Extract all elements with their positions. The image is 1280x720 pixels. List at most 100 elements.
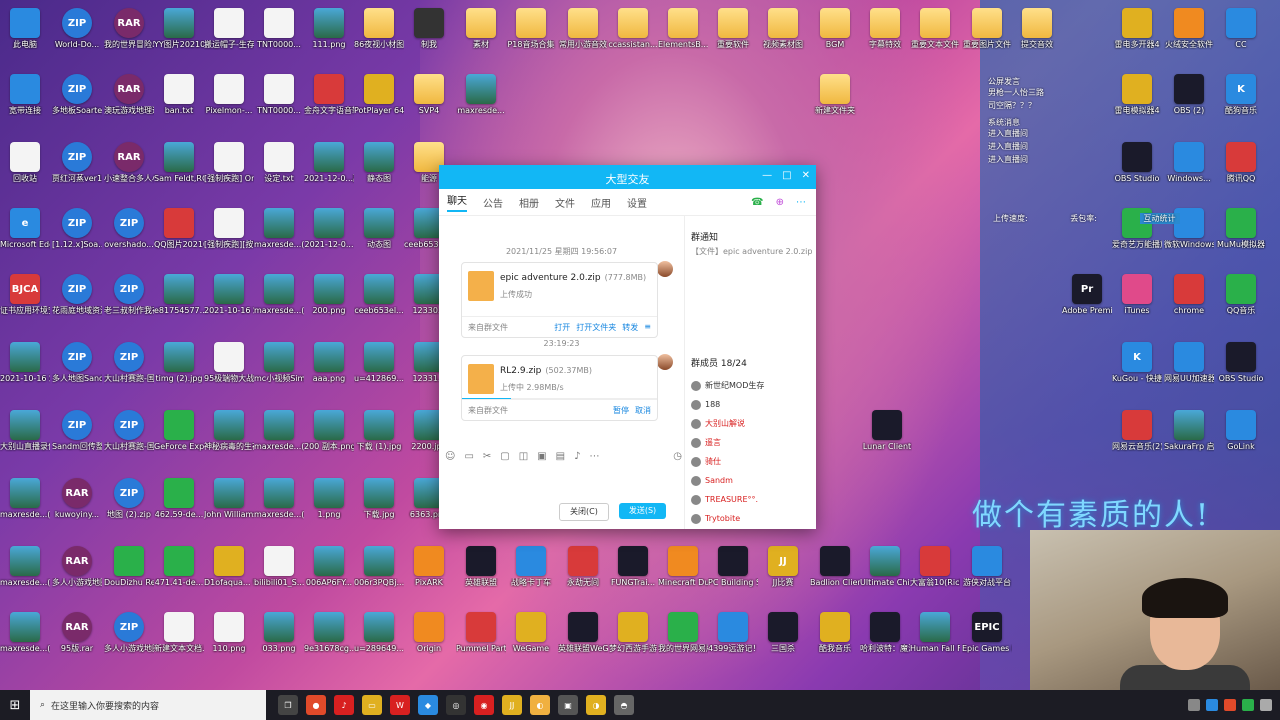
tab-apps[interactable]: 应用 bbox=[591, 195, 611, 210]
taskbar-search[interactable]: ⌕ 在这里输入你要搜索的内容 bbox=[30, 690, 266, 720]
desktop-icon[interactable]: SVP4 bbox=[404, 74, 454, 116]
desktop-icon[interactable]: Badlion Client bbox=[810, 546, 860, 588]
netease-music-icon[interactable]: ♪ bbox=[334, 695, 354, 715]
desktop-icon[interactable]: Pixelmon-... bbox=[204, 74, 254, 116]
desktop-icon[interactable]: ZIP 多人小游戏地图.zip bbox=[104, 612, 154, 654]
tab-album[interactable]: 相册 bbox=[519, 195, 539, 210]
desktop-icon[interactable]: 95极端物大战僵尸 bbox=[204, 342, 254, 384]
desktop-icon[interactable]: Lunar Client bbox=[862, 410, 912, 452]
netease-icon[interactable]: ◉ bbox=[474, 695, 494, 715]
desktop-icon[interactable]: 腾讯QQ bbox=[1216, 142, 1266, 184]
desktop-icon[interactable]: D1ofaqua... Monkey... bbox=[204, 546, 254, 588]
file-message-uploading[interactable]: RL2.9.zip (502.37MB) 上传中 2.98MB/s 来自群文件 暂… bbox=[461, 355, 658, 421]
cancel-link[interactable]: 取消 bbox=[635, 405, 651, 416]
desktop-icon[interactable]: 471.41-de... bbox=[154, 546, 204, 588]
member-row[interactable]: 骑仕 bbox=[691, 452, 811, 471]
desktop-icon[interactable]: ZIP 大山村赛跑-国外通用... bbox=[104, 410, 154, 452]
desktop-icon[interactable]: Pr Adobe Premie... bbox=[1062, 274, 1112, 316]
desktop-icon[interactable]: ban.txt bbox=[154, 74, 204, 116]
desktop-icon[interactable]: 重要软件 bbox=[708, 8, 758, 50]
desktop-icon[interactable]: ceeb653el... bbox=[354, 274, 404, 316]
desktop-icon[interactable]: 重要图片文件 bbox=[962, 8, 1012, 50]
desktop-icon[interactable]: e81754577... bbox=[154, 274, 204, 316]
desktop-icon[interactable]: RAR 小速整合多人小游戏地图... bbox=[104, 142, 154, 184]
desktop-icon[interactable]: 此电脑 bbox=[0, 8, 50, 50]
desktop-icon[interactable]: maxresde...(1).jpg bbox=[0, 546, 50, 588]
qq-taskbar-icon[interactable]: ◓ bbox=[614, 695, 634, 715]
desktop-icon[interactable]: [强制疾跑] Orange's ... bbox=[204, 142, 254, 184]
desktop-icon[interactable]: 常用小游音效 bbox=[558, 8, 608, 50]
desktop-icon[interactable]: ZIP 老三叔制作我在大别山... bbox=[104, 274, 154, 316]
desktop-icon[interactable]: 制我 bbox=[404, 8, 454, 50]
member-row[interactable]: 新世纪MOD生存 bbox=[691, 376, 811, 395]
tab-settings[interactable]: 设置 bbox=[627, 195, 647, 210]
desktop-icon[interactable]: ZIP overshado... bbox=[104, 208, 154, 250]
desktop-icon[interactable]: 4399远游记！少年 bbox=[708, 612, 758, 654]
minimize-icon[interactable]: — bbox=[762, 170, 772, 181]
avatar[interactable] bbox=[657, 354, 673, 370]
image-icon[interactable]: ▣ bbox=[537, 451, 546, 462]
qq-group-window[interactable]: 大型交友 — □ ✕ 聊天 公告 相册 文件 应用 设置 ☎ ⊕ ⋯ 2021/… bbox=[439, 165, 816, 529]
desktop-icon[interactable]: 网易UU加速器 bbox=[1164, 342, 1214, 384]
desktop-icon[interactable]: maxresde...(2).副本.jpg bbox=[254, 410, 304, 452]
avatar[interactable] bbox=[657, 261, 673, 277]
send-button[interactable]: 发送(S) bbox=[618, 503, 667, 519]
desktop-icon[interactable]: 提交音效 bbox=[1012, 8, 1062, 50]
member-row[interactable]: TREASURE°°. bbox=[691, 490, 811, 509]
desktop-icon[interactable]: 英雄联盟WeGame版 bbox=[558, 612, 608, 654]
member-row[interactable]: 188 bbox=[691, 395, 811, 414]
desktop-icon[interactable]: [强制疾跑][按F开]....jar bbox=[204, 208, 254, 250]
desktop-icon[interactable]: TNT0000... bbox=[254, 74, 304, 116]
desktop-icon[interactable]: 86夜视小材图包 bbox=[354, 8, 404, 50]
desktop-icon[interactable]: EPIC Epic Games Launcher bbox=[962, 612, 1012, 654]
member-row[interactable]: 大别山解说 bbox=[691, 414, 811, 433]
desktop-icon[interactable]: 033.png bbox=[254, 612, 304, 654]
desktop-icon[interactable]: 字幕特效 bbox=[860, 8, 910, 50]
desktop-icon[interactable]: 动态图 bbox=[354, 208, 404, 250]
desktop-icon[interactable]: 2021-12-0...副本.png bbox=[304, 142, 354, 184]
desktop-icon[interactable]: Origin bbox=[404, 612, 454, 654]
tray-icon[interactable] bbox=[1242, 699, 1254, 711]
desktop-icon[interactable]: ZIP 大山村赛跑-国外通用... bbox=[104, 342, 154, 384]
desktop-icon[interactable]: maxresde...(5).jpg bbox=[0, 612, 50, 654]
desktop-icon[interactable]: 200 副本.png bbox=[304, 410, 354, 452]
desktop-icon[interactable]: Minecraft Dungeo... bbox=[658, 546, 708, 588]
desktop-icon[interactable]: TNT0000... bbox=[254, 8, 304, 50]
desktop-icon[interactable]: u=289649... bbox=[354, 612, 404, 654]
desktop-icon[interactable]: ZIP 地图 (2).zip bbox=[104, 478, 154, 520]
desktop-icon[interactable]: RAR kuwoyiny... bbox=[52, 478, 102, 520]
app-icon[interactable]: ◑ bbox=[586, 695, 606, 715]
desktop-icon[interactable]: ZIP Sandm回传整合2.zip bbox=[52, 410, 102, 452]
desktop-icon[interactable]: 素材 bbox=[456, 8, 506, 50]
desktop-icon[interactable]: 英雄联盟 bbox=[456, 546, 506, 588]
wps-icon[interactable]: W bbox=[390, 695, 410, 715]
emoji-icon[interactable]: ☺ bbox=[445, 451, 455, 462]
tray-icon[interactable] bbox=[1260, 699, 1272, 711]
desktop-icon[interactable]: 宽带连接 bbox=[0, 74, 50, 116]
desktop-icon[interactable]: maxresde... bbox=[456, 74, 506, 116]
desktop-icon[interactable]: 战略卡丁车 bbox=[506, 546, 556, 588]
desktop-icon[interactable]: 新建文件夹 bbox=[810, 74, 860, 116]
desktop-icon[interactable]: GoLink bbox=[1216, 410, 1266, 452]
member-row[interactable]: Trytobite bbox=[691, 509, 811, 528]
desktop-icon[interactable]: 回收站 bbox=[0, 142, 50, 184]
desktop-icon[interactable]: DouDizhu Resourc... bbox=[104, 546, 154, 588]
desktop-icon[interactable]: bilibili01_S... bbox=[254, 546, 304, 588]
add-icon[interactable]: ⊕ bbox=[776, 197, 784, 208]
pause-link[interactable]: 暂停 bbox=[613, 405, 629, 416]
desktop-icon[interactable]: maxresde...(4).jpg bbox=[0, 478, 50, 520]
tab-chat[interactable]: 聊天 bbox=[447, 192, 467, 212]
open-link[interactable]: 打开 bbox=[554, 322, 570, 333]
desktop-icon[interactable]: K KuGou - 快捷方式 bbox=[1112, 342, 1162, 384]
desktop-icon[interactable]: 下载 (1).jpg bbox=[354, 410, 404, 452]
desktop-icon[interactable]: mc小视频Simp4 bbox=[254, 342, 304, 384]
game-icon[interactable]: ◐ bbox=[530, 695, 550, 715]
chrome-icon[interactable]: ● bbox=[306, 695, 326, 715]
desktop-icon[interactable]: Human Fall Flat bbox=[910, 612, 960, 654]
desktop-icon[interactable]: 哈利波特：魔法觉醒 bbox=[860, 612, 910, 654]
desktop-icon[interactable]: FUNGTrai... bbox=[608, 546, 658, 588]
desktop-icon[interactable]: 网易云音乐(2) bbox=[1112, 410, 1162, 452]
desktop-icon[interactable]: 2021-12-0... bbox=[304, 208, 354, 250]
desktop-icon[interactable]: BGM bbox=[810, 8, 860, 50]
desktop-icon[interactable]: 梦幻西游手游 bbox=[608, 612, 658, 654]
